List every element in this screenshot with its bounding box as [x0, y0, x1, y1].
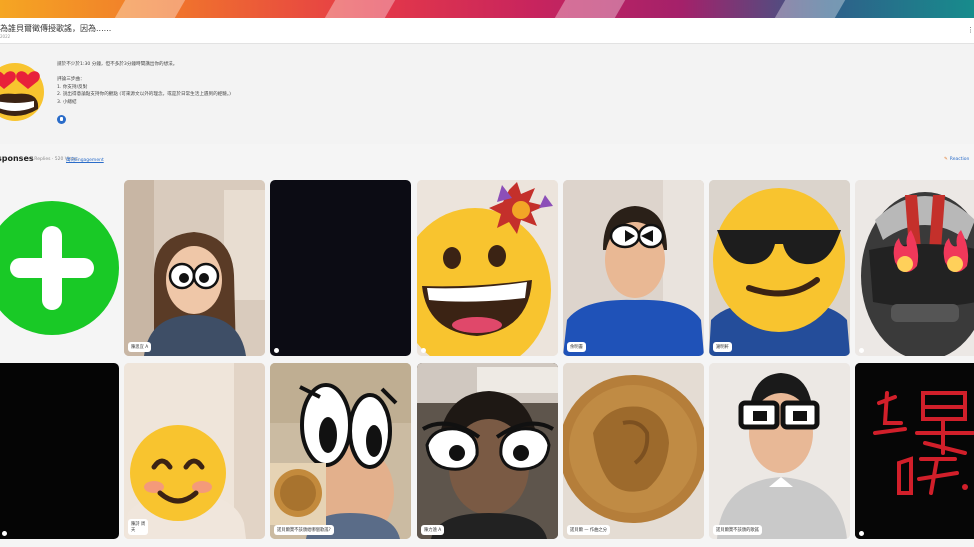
- top-banner: [0, 0, 974, 18]
- video-thumbnail: [124, 180, 265, 356]
- video-thumbnail: [855, 180, 974, 356]
- prompt-line: 2. 說出得意論點支持你的觀點 (可來源文以外的理念，或是於日常生活上遇到的經驗…: [57, 92, 231, 98]
- response-author-name: 余明書: [567, 342, 586, 352]
- response-author-name: 陳力遠 A: [421, 525, 445, 535]
- topic-title: 為誰貝爾徵傳授歌謠，因為......: [0, 24, 112, 33]
- video-response-tile[interactable]: 諾貝爾獎不該頒給哪個歌謠?: [270, 363, 411, 539]
- video-thumbnail: [563, 363, 704, 539]
- response-author-name: 諾貝爾獎不該頒給哪個歌謠?: [274, 525, 334, 535]
- author-name-line: 天: [131, 528, 136, 533]
- video-thumbnail: [709, 363, 850, 539]
- add-response-tile[interactable]: [0, 180, 119, 356]
- video-thumbnail: [124, 363, 265, 539]
- video-thumbnail: [709, 180, 850, 356]
- video-response-tile[interactable]: 余明書: [563, 180, 704, 356]
- video-response-tile[interactable]: 陳詩 周天: [124, 363, 265, 539]
- topic-prompt: 請於不少於1:30 分鐘，但不多於3分鐘時間講出你的想法。 評論三步曲： 1. …: [0, 44, 974, 144]
- video-response-tile[interactable]: [417, 180, 558, 356]
- engagement-link[interactable]: 萬向Engagement: [66, 157, 104, 163]
- prompt-line: 3. 小總結: [57, 99, 77, 105]
- video-response-tile[interactable]: [855, 363, 974, 539]
- menu-icon[interactable]: ⋮: [967, 26, 974, 34]
- video-thumbnail: [270, 363, 411, 539]
- video-thumbnail: [563, 180, 704, 356]
- prompt-line: 評論三步曲：: [57, 77, 85, 83]
- response-author-name: 謝明軒: [713, 342, 732, 352]
- response-author-name: 諾貝爾 — 作曲之分: [567, 525, 611, 535]
- video-response-tile[interactable]: 諾貝爾 — 作曲之分: [563, 363, 704, 539]
- author-avatar-dot: [2, 531, 7, 536]
- video-response-tile[interactable]: [0, 363, 119, 539]
- prompt-text: 請於不少於1:30 分鐘，但不多於3分鐘時間講出你的想法。 評論三步曲： 1. …: [57, 61, 557, 107]
- topic-header: 為誰貝爾徵傳授歌謠，因為...... 2022 ⋮: [0, 18, 974, 44]
- video-response-tile[interactable]: [270, 180, 411, 356]
- video-response-tile[interactable]: 陳力遠 A: [417, 363, 558, 539]
- author-avatar-dot: [859, 531, 864, 536]
- reaction-link[interactable]: Reaction: [944, 157, 970, 162]
- prompt-line: 1. 你支持/反對: [57, 84, 88, 90]
- prompt-line: 請於不少於1:30 分鐘，但不多於3分鐘時間講出你的想法。: [57, 62, 178, 67]
- responses-header: sponses 3 Replies · 520 Views 萬向Engageme…: [0, 153, 974, 167]
- response-author-name: 陳思宜 A: [128, 342, 152, 352]
- video-response-tile[interactable]: 謝明軒: [709, 180, 850, 356]
- video-response-tile[interactable]: 諾貝爾獎不該頒的歌謠: [709, 363, 850, 539]
- author-name-line: 陳詩 周: [131, 522, 146, 527]
- response-author-name: 諾貝爾獎不該頒的歌謠: [713, 525, 762, 535]
- video-thumbnail: [417, 180, 558, 356]
- prompt-line: [57, 69, 557, 77]
- video-response-tile[interactable]: 陳思宜 A: [124, 180, 265, 356]
- plus-circle-icon[interactable]: [0, 180, 119, 356]
- video-thumbnail: [417, 363, 558, 539]
- video-thumbnail: [855, 363, 974, 539]
- topic-subtitle: 2022: [0, 34, 11, 39]
- video-response-tile[interactable]: [855, 180, 974, 356]
- author-avatar-dot: [421, 348, 426, 353]
- heart-eyes-emoji-avatar: [0, 63, 44, 121]
- author-avatar-dot: [859, 348, 864, 353]
- audio-attachment-icon[interactable]: [57, 115, 66, 124]
- response-author-name: 陳詩 周天: [128, 519, 149, 535]
- responses-title: sponses: [0, 154, 34, 163]
- author-avatar-dot: [274, 348, 279, 353]
